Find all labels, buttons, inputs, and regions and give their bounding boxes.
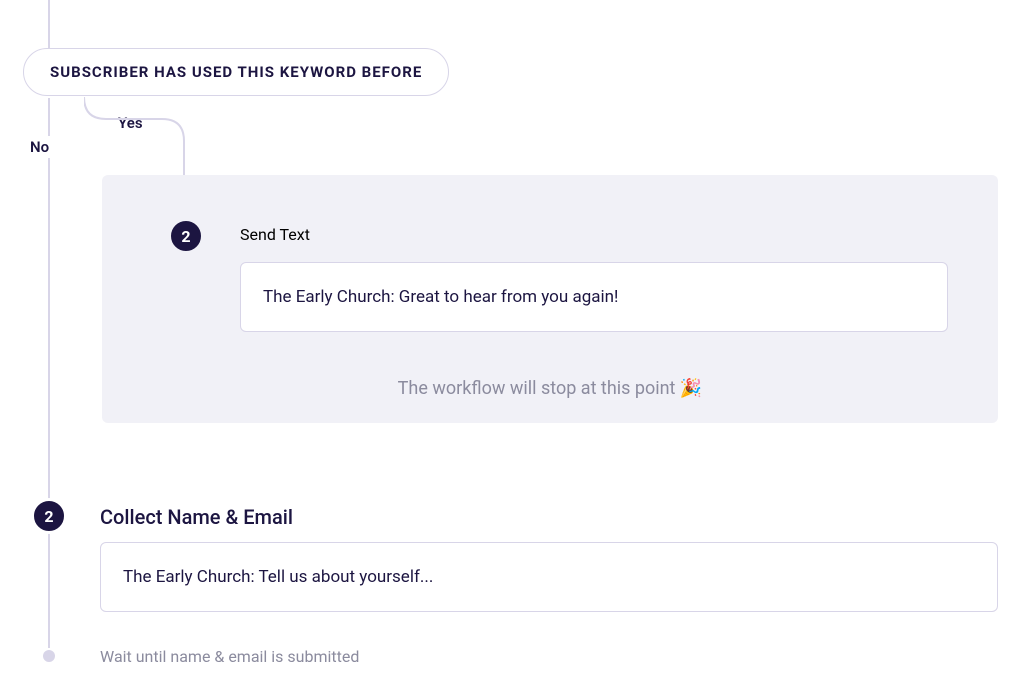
message-box-no[interactable]: The Early Church: Tell us about yourself… [100, 542, 998, 612]
step-badge-no: 2 [31, 498, 67, 534]
step-title-collect: Collect Name & Email [100, 505, 293, 529]
workflow-stop-text: The workflow will stop at this point 🎉 [102, 378, 998, 399]
step-badge-yes: 2 [168, 218, 204, 254]
condition-node[interactable]: SUBSCRIBER HAS USED THIS KEYWORD BEFORE [23, 48, 449, 96]
wait-dot [43, 650, 55, 662]
branch-label-no: No [24, 136, 55, 158]
step-title-send-text: Send Text [240, 225, 310, 244]
message-box-yes[interactable]: The Early Church: Great to hear from you… [240, 262, 948, 332]
branch-label-yes: Yes [112, 112, 149, 134]
flow-line-top [48, 0, 50, 50]
flow-line-main [48, 98, 50, 648]
wait-text: Wait until name & email is submitted [100, 647, 359, 666]
